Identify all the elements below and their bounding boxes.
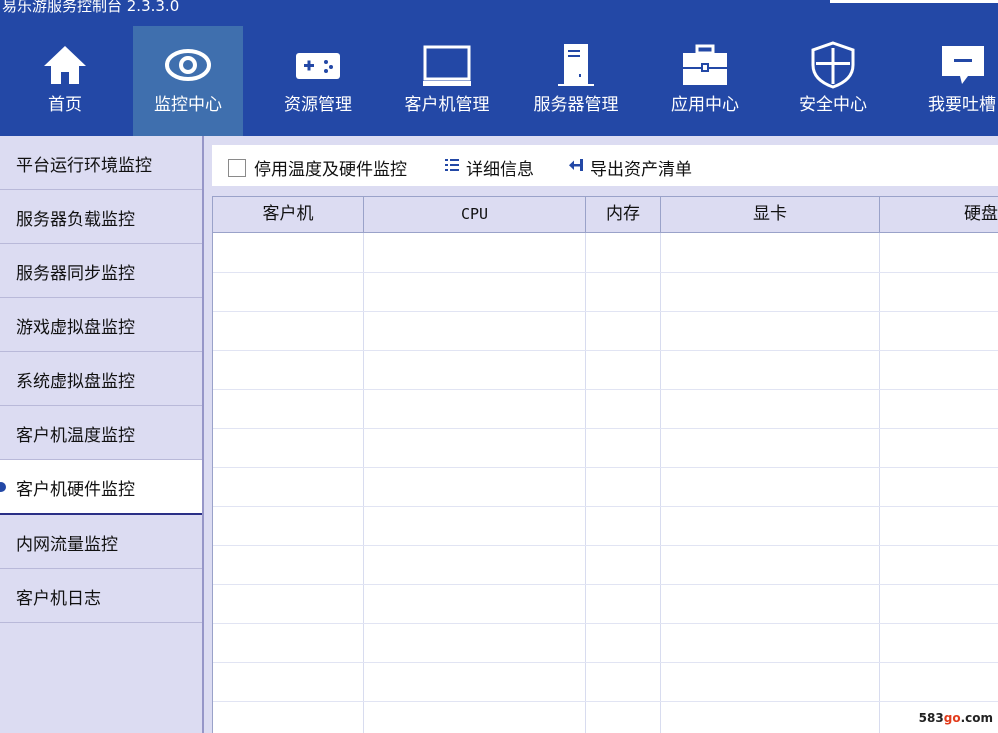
sidebar-item-label: 内网流量监控	[16, 535, 118, 555]
top-nav: 首页 监控中心 资源管理 客户机管理 服务器管理 应用中心 安全中心 我要吐槽	[0, 26, 998, 136]
row-divider	[213, 701, 998, 702]
sidebar-item-label: 游戏虚拟盘监控	[16, 318, 135, 338]
active-indicator-dot	[0, 482, 6, 492]
sidebar-divider	[202, 136, 204, 733]
watermark-part: .com	[960, 711, 993, 725]
sidebar-item-platform-env[interactable]: 平台运行环境监控	[0, 136, 202, 190]
row-divider	[213, 623, 998, 624]
title-bar-highlight	[830, 0, 998, 3]
shield-icon	[811, 41, 855, 89]
nav-item-feedback[interactable]: 我要吐槽	[898, 26, 998, 136]
row-divider	[213, 272, 998, 273]
column-header-client[interactable]: 客户机	[213, 197, 364, 232]
watermark-part: go	[943, 711, 961, 725]
nav-item-resource-manage[interactable]: 资源管理	[253, 26, 383, 136]
table-header: 客户机 CPU 内存 显卡 硬盘	[213, 196, 998, 233]
nav-item-security-center[interactable]: 安全中心	[768, 26, 898, 136]
server-icon	[558, 44, 594, 86]
list-icon	[445, 159, 459, 171]
nav-item-client-manage[interactable]: 客户机管理	[382, 26, 512, 136]
sidebar-item-game-vdisk[interactable]: 游戏虚拟盘监控	[0, 298, 202, 352]
row-divider	[213, 584, 998, 585]
monitor-icon	[423, 45, 471, 86]
disable-monitor-checkbox[interactable]	[228, 159, 246, 177]
row-divider	[213, 428, 998, 429]
hardware-table: 客户机 CPU 内存 显卡 硬盘	[212, 196, 998, 733]
nav-item-label: 首页	[48, 95, 82, 115]
column-divider	[585, 233, 586, 733]
column-header-memory[interactable]: 内存	[586, 197, 661, 232]
sidebar-item-server-sync[interactable]: 服务器同步监控	[0, 244, 202, 298]
sidebar-item-client-hardware[interactable]: 客户机硬件监控	[0, 460, 202, 515]
nav-item-home[interactable]: 首页	[0, 26, 130, 136]
row-divider	[213, 311, 998, 312]
nav-item-app-center[interactable]: 应用中心	[640, 26, 770, 136]
column-divider	[879, 233, 880, 733]
sidebar-item-lan-traffic[interactable]: 内网流量监控	[0, 515, 202, 569]
disable-monitor-label: 停用温度及硬件监控	[254, 160, 407, 180]
row-divider	[213, 467, 998, 468]
feedback-icon	[942, 46, 984, 84]
export-assets-button[interactable]: 导出资产清单	[568, 155, 692, 180]
nav-item-label: 资源管理	[284, 95, 352, 115]
column-header-disk[interactable]: 硬盘	[880, 197, 998, 232]
sidebar-item-label: 客户机硬件监控	[16, 480, 135, 500]
sidebar-item-system-vdisk[interactable]: 系统虚拟盘监控	[0, 352, 202, 406]
nav-item-label: 服务器管理	[533, 95, 619, 115]
sidebar-item-label: 服务器负载监控	[16, 210, 135, 230]
row-divider	[213, 662, 998, 663]
watermark-part: 583	[918, 711, 944, 725]
sidebar-item-client-log[interactable]: 客户机日志	[0, 569, 202, 623]
sidebar-item-server-load[interactable]: 服务器负载监控	[0, 190, 202, 244]
row-divider	[213, 506, 998, 507]
sidebar-item-client-temp[interactable]: 客户机温度监控	[0, 406, 202, 460]
column-header-gpu[interactable]: 显卡	[661, 197, 880, 232]
export-icon	[569, 159, 583, 171]
details-button[interactable]: 详细信息	[444, 155, 534, 180]
nav-item-label: 客户机管理	[404, 95, 490, 115]
nav-item-label: 监控中心	[154, 95, 222, 115]
row-divider	[213, 389, 998, 390]
nav-item-label: 应用中心	[671, 95, 739, 115]
toolbox-icon	[683, 44, 727, 85]
title-bar: 易乐游服务控制台 2.3.3.0	[0, 0, 998, 26]
home-icon	[44, 46, 86, 84]
nav-item-server-manage[interactable]: 服务器管理	[511, 26, 641, 136]
column-divider	[660, 233, 661, 733]
nav-item-label: 安全中心	[799, 95, 867, 115]
sidebar: 平台运行环境监控 服务器负载监控 服务器同步监控 游戏虚拟盘监控 系统虚拟盘监控…	[0, 136, 202, 733]
sidebar-item-label: 客户机日志	[16, 589, 101, 609]
nav-item-label: 我要吐槽	[928, 95, 996, 115]
export-label: 导出资产清单	[590, 160, 692, 180]
nav-item-monitor-center[interactable]: 监控中心	[133, 26, 243, 136]
sidebar-item-label: 服务器同步监控	[16, 264, 135, 284]
window-title: 易乐游服务控制台 2.3.3.0	[2, 0, 180, 15]
row-divider	[213, 350, 998, 351]
eye-icon	[165, 49, 211, 81]
row-divider	[213, 545, 998, 546]
toolbar: 停用温度及硬件监控 详细信息 导出资产清单	[212, 145, 998, 186]
watermark: 583go.com	[919, 711, 993, 725]
sidebar-item-label: 客户机温度监控	[16, 426, 135, 446]
column-divider	[363, 233, 364, 733]
details-label: 详细信息	[466, 160, 534, 180]
gamepad-icon	[296, 53, 340, 79]
sidebar-item-label: 平台运行环境监控	[16, 156, 152, 176]
column-header-cpu[interactable]: CPU	[364, 197, 586, 232]
sidebar-item-label: 系统虚拟盘监控	[16, 372, 135, 392]
